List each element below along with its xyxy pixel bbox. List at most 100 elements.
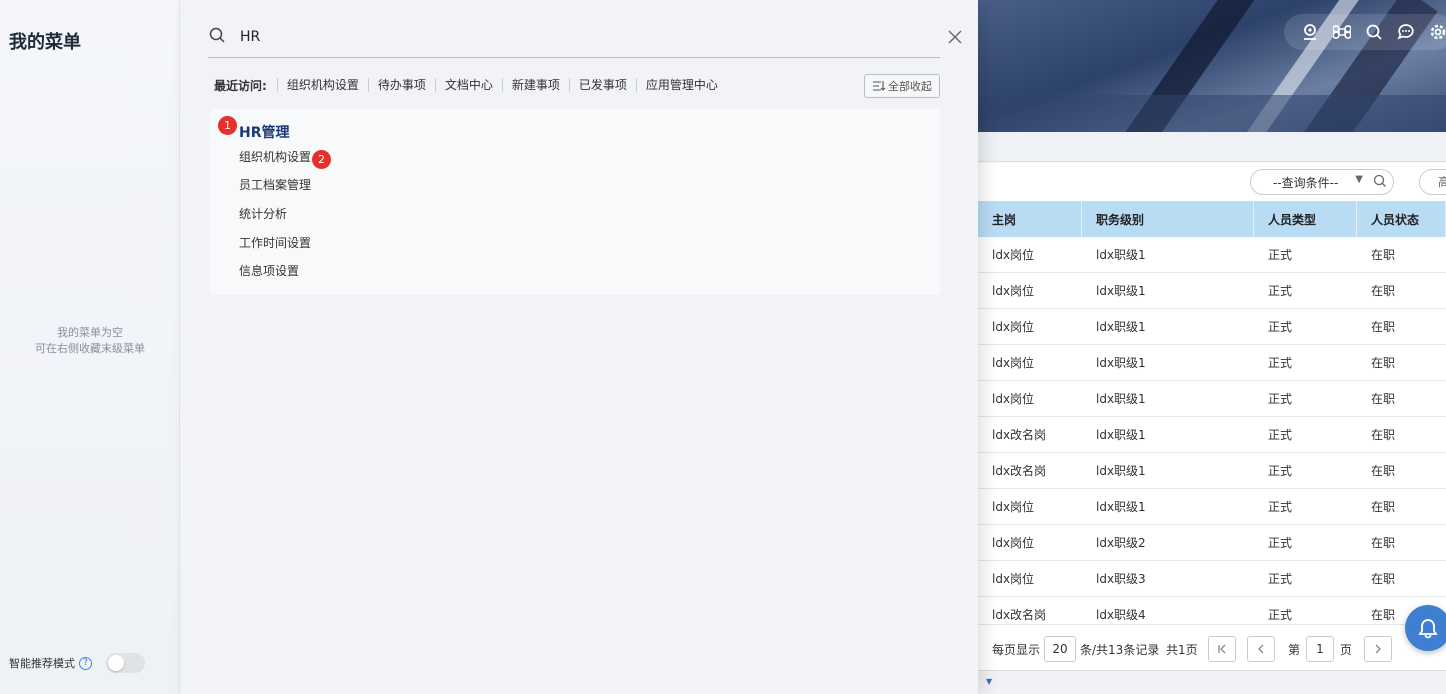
table-cell: 在职: [1357, 489, 1446, 524]
empty-hint-line1: 我的菜单为空: [57, 326, 123, 339]
search-bar: [208, 20, 940, 58]
collapse-all-label: 全部收起: [888, 80, 932, 93]
collapse-icon: [873, 81, 886, 91]
page-suffix: 页: [1340, 643, 1353, 657]
recent-item[interactable]: 组织机构设置: [276, 78, 368, 92]
first-page-button[interactable]: [1208, 636, 1236, 662]
query-condition-value: --查询条件--: [1273, 175, 1339, 190]
recent-item[interactable]: 新建事项: [501, 78, 569, 92]
top-toolbar: [1284, 14, 1446, 50]
table-cell: ldx岗位: [978, 273, 1082, 308]
table-row[interactable]: ldx岗位 ldx职级2 正式 在职: [978, 525, 1446, 561]
recent-visits: 最近访问: 组织机构设置 待办事项 文档中心 新建事项 已发事项 应用管理中心: [214, 76, 727, 94]
table-row[interactable]: ldx岗位 ldx职级1 正式 在职: [978, 345, 1446, 381]
search-icon[interactable]: [1362, 20, 1386, 44]
advanced-query-label: 高: [1438, 175, 1446, 189]
search-icon[interactable]: [1373, 174, 1387, 191]
column-header[interactable]: 人员类型: [1254, 201, 1357, 237]
result-item-employee-records[interactable]: 员工档案管理: [239, 176, 311, 193]
table-row[interactable]: ldx改名岗 ldx职级1 正式 在职: [978, 453, 1446, 489]
table-row[interactable]: ldx岗位 ldx职级1 正式 在职: [978, 309, 1446, 345]
first-page-icon: [1218, 644, 1226, 654]
location-icon[interactable]: [1298, 20, 1322, 44]
table-row[interactable]: ldx岗位 ldx职级1 正式 在职: [978, 489, 1446, 525]
table-cell: 在职: [1357, 417, 1446, 452]
table-row[interactable]: ldx岗位 ldx职级3 正式 在职: [978, 561, 1446, 597]
table-cell: ldx岗位: [978, 237, 1082, 272]
pagination: 每页显示 20 条/共13条记录 共1页 第 1 页: [978, 624, 1446, 670]
per-page-input[interactable]: 20: [1044, 636, 1076, 662]
table-cell: 在职: [1357, 453, 1446, 488]
record-summary: 条/共13条记录: [1080, 643, 1160, 657]
collapse-all-button[interactable]: 全部收起: [864, 74, 940, 98]
result-item-org-settings[interactable]: 组织机构设置: [239, 148, 311, 165]
table-header: 主岗 职务级别 人员类型 人员状态: [978, 201, 1446, 237]
column-header[interactable]: 人员状态: [1357, 201, 1446, 237]
recent-item[interactable]: 文档中心: [434, 78, 502, 92]
table-cell: ldx职级1: [1082, 417, 1254, 452]
table-row[interactable]: ldx岗位 ldx职级1 正式 在职: [978, 381, 1446, 417]
table-cell: ldx岗位: [978, 345, 1082, 380]
result-item-statistics[interactable]: 统计分析: [239, 205, 287, 222]
close-icon: [948, 30, 962, 44]
table-row[interactable]: ldx改名岗 ldx职级1 正式 在职: [978, 417, 1446, 453]
result-group-title[interactable]: HR管理: [239, 122, 290, 142]
table-cell: ldx改名岗: [978, 417, 1082, 452]
table-row[interactable]: ldx岗位 ldx职级1 正式 在职: [978, 273, 1446, 309]
recent-visits-label: 最近访问:: [214, 78, 267, 93]
help-icon[interactable]: ?: [79, 656, 92, 670]
table-cell: 在职: [1357, 525, 1446, 560]
search-results-card: 1 HR管理 组织机构设置 2 员工档案管理 统计分析 工作时间设置 信息项设置: [210, 109, 940, 295]
table-cell: 在职: [1357, 381, 1446, 416]
column-header[interactable]: 职务级别: [1082, 201, 1254, 237]
table-cell: ldx职级1: [1082, 453, 1254, 488]
table-cell: 在职: [1357, 561, 1446, 596]
command-icon[interactable]: [1330, 20, 1354, 44]
recent-item[interactable]: 应用管理中心: [635, 78, 727, 92]
result-item-work-time[interactable]: 工作时间设置: [239, 234, 311, 251]
smart-mode-toggle[interactable]: [106, 653, 145, 673]
table-cell: ldx职级2: [1082, 525, 1254, 560]
prev-page-button[interactable]: [1247, 636, 1275, 662]
result-item-info-settings[interactable]: 信息项设置: [239, 262, 299, 279]
table-cell: 正式: [1254, 345, 1357, 380]
bottom-scrollbar[interactable]: ▼: [978, 670, 1446, 694]
table-cell: 正式: [1254, 381, 1357, 416]
table-row[interactable]: ldx岗位 ldx职级1 正式 在职: [978, 237, 1446, 273]
content-strip: [978, 132, 1446, 162]
menu-search-panel: 最近访问: 组织机构设置 待办事项 文档中心 新建事项 已发事项 应用管理中心 …: [180, 0, 978, 694]
recent-item[interactable]: 已发事项: [568, 78, 636, 92]
chevron-right-icon: [1375, 644, 1381, 654]
chat-icon[interactable]: [1394, 20, 1418, 44]
per-page-label: 每页显示: [992, 643, 1041, 657]
table-cell: ldx岗位: [978, 381, 1082, 416]
step-badge-2: 2: [312, 150, 331, 169]
table-cell: ldx岗位: [978, 489, 1082, 524]
close-button[interactable]: [944, 26, 966, 48]
table-cell: 正式: [1254, 453, 1357, 488]
table-cell: ldx职级1: [1082, 309, 1254, 344]
query-condition-select[interactable]: --查询条件-- ▼: [1250, 169, 1394, 195]
table-cell: 在职: [1357, 273, 1446, 308]
my-menu-panel: 我的菜单 我的菜单为空 可在右侧收藏末级菜单 智能推荐模式 ?: [0, 0, 180, 694]
column-header[interactable]: 主岗: [978, 201, 1082, 237]
table-cell: ldx岗位: [978, 561, 1082, 596]
toggle-knob: [108, 655, 124, 671]
settings-icon[interactable]: [1426, 20, 1446, 44]
table-cell: ldx岗位: [978, 525, 1082, 560]
notification-button[interactable]: [1405, 605, 1446, 651]
total-pages: 共1页: [1166, 643, 1198, 657]
page-prefix: 第: [1288, 643, 1301, 657]
table-cell: ldx改名岗: [978, 453, 1082, 488]
recent-item[interactable]: 待办事项: [367, 78, 435, 92]
search-input[interactable]: [240, 26, 840, 48]
page-number-input[interactable]: 1: [1306, 636, 1334, 662]
smart-mode-label: 智能推荐模式: [9, 657, 75, 670]
next-page-button[interactable]: [1364, 636, 1392, 662]
chevron-down-icon: ▼: [1355, 174, 1363, 185]
my-menu-title: 我的菜单: [9, 32, 81, 53]
advanced-query-button[interactable]: 高: [1419, 169, 1446, 195]
empty-hint-line2: 可在右侧收藏末级菜单: [35, 342, 145, 355]
table-cell: 正式: [1254, 309, 1357, 344]
table-cell: ldx职级1: [1082, 345, 1254, 380]
